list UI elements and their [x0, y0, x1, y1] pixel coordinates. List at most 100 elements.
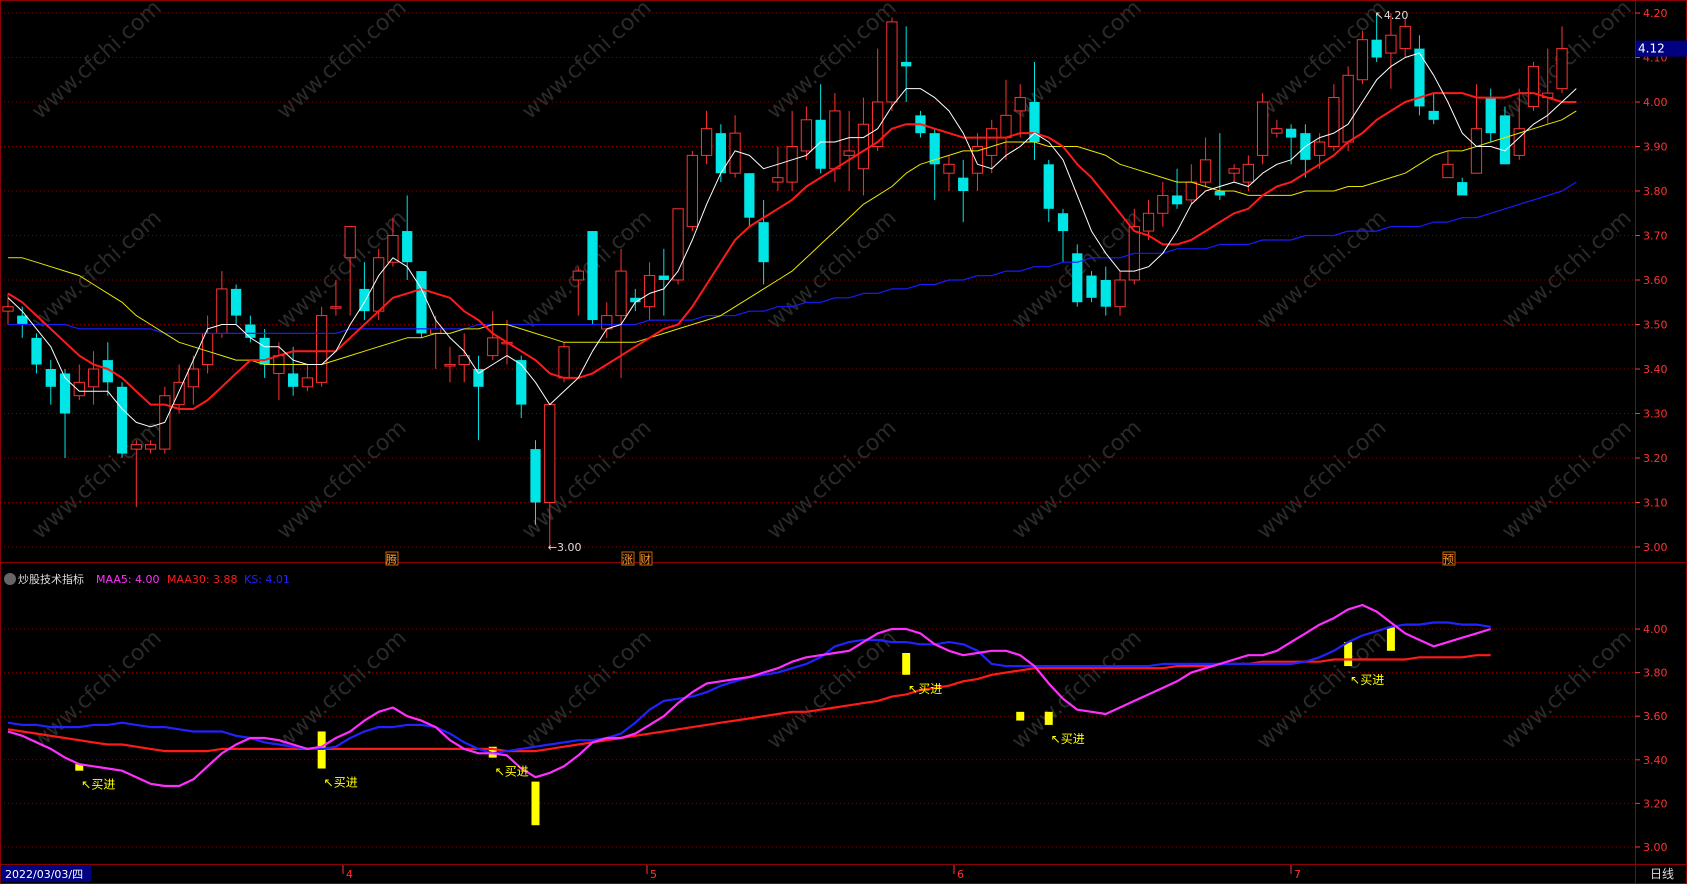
- month-label: 6: [957, 868, 964, 881]
- buy-signal-label: ↖买进: [908, 682, 942, 696]
- candle-body-up: [1556, 48, 1568, 90]
- watermark-text: www.cfchi.com: [1497, 626, 1636, 755]
- price-tick-label: 3.10: [1643, 497, 1668, 510]
- signal-bar: [1386, 626, 1395, 651]
- candle-body-up: [1271, 128, 1283, 134]
- series-maa5-line: [7, 603, 1492, 788]
- candle-body-up: [829, 110, 841, 170]
- candle-body-down: [1457, 182, 1468, 196]
- candle-body-up: [430, 328, 442, 334]
- candle-body-down: [516, 360, 527, 405]
- candle-body-down: [1214, 191, 1225, 196]
- buy-signal-label: ↖买进: [1051, 732, 1085, 746]
- candle-body-up: [1399, 25, 1411, 50]
- current-price-label: 4.12: [1638, 42, 1665, 56]
- candle-body-up: [1385, 34, 1397, 54]
- candle-body-up: [87, 368, 100, 388]
- candle-body-down: [245, 324, 256, 338]
- candle-body-up: [686, 154, 698, 228]
- watermark-text: www.cfchi.com: [762, 626, 901, 755]
- watermark-text: www.cfchi.com: [1252, 0, 1391, 124]
- candle-body-up: [1256, 101, 1269, 156]
- candle-body-up: [173, 381, 185, 406]
- watermark-text: www.cfchi.com: [1252, 626, 1391, 755]
- candle-body-down: [45, 369, 56, 387]
- candle-body-up: [800, 119, 813, 152]
- chart-canvas[interactable]: www.cfchi.com www.cfchi.com www.cfchi.com w…: [0, 0, 1687, 884]
- candle-body-up: [1185, 181, 1197, 201]
- event-marker-label: 涨: [622, 553, 633, 566]
- indicator-tick-label: 3.40: [1643, 754, 1668, 767]
- current-date-label: 2022/03/03/四: [5, 868, 83, 881]
- candle-body-down: [31, 337, 42, 365]
- candle-body-up: [943, 163, 955, 174]
- candle-body-up: [1228, 168, 1240, 174]
- watermark-text: www.cfchi.com: [272, 0, 411, 124]
- candle-body-down: [1057, 213, 1069, 232]
- outer-frame: [0, 0, 1687, 884]
- candle-body-down: [416, 271, 427, 334]
- candle-body-up: [216, 288, 228, 334]
- date-axis: 2022/03/03/四 4 5 6 7 日线: [2, 865, 1674, 882]
- indicator-name: 炒股技术指标: [18, 572, 84, 586]
- candle-body-up: [700, 128, 713, 156]
- signal-bar: [1344, 642, 1353, 667]
- candle-body-up: [1442, 163, 1454, 179]
- price-tick-label: 3.80: [1643, 185, 1668, 198]
- candle-body-up: [886, 21, 898, 103]
- candle-body-up: [1114, 279, 1126, 308]
- price-tick-label: 3.20: [1643, 452, 1668, 465]
- candle-body-up: [130, 444, 142, 450]
- candle-body-up: [1142, 212, 1155, 232]
- month-label: 4: [346, 868, 353, 881]
- indicator-panel: 炒股技术指标 MAA5: 4.00 MAA30: 3.88 KS: 4.01 ↖买进 ↖买…: [4, 572, 1492, 826]
- candle-body-down: [1171, 195, 1183, 205]
- indicator-tick-label: 3.20: [1643, 797, 1668, 810]
- candle-body-down: [815, 119, 826, 169]
- watermark-text: www.cfchi.com: [1252, 206, 1391, 335]
- candle-body-up: [572, 270, 584, 281]
- buy-signal-label: ↖买进: [1350, 673, 1384, 687]
- indicator-tick-label: 4.00: [1643, 623, 1668, 636]
- candle-body-up: [444, 364, 456, 367]
- candle-body-down: [59, 373, 71, 414]
- candle-body-down: [17, 315, 28, 325]
- candle-body-up: [1242, 163, 1254, 183]
- candle-body-up: [1157, 194, 1169, 214]
- price-tick-label: 3.70: [1643, 230, 1668, 243]
- candle-body-up: [144, 444, 157, 450]
- watermark-text: www.cfchi.com: [1252, 416, 1391, 545]
- candle-body-up: [1314, 141, 1326, 156]
- candle-body-up: [1199, 159, 1212, 183]
- candle-body-up: [301, 377, 314, 388]
- candle-body-up: [857, 123, 870, 170]
- watermark-text: www.cfchi.com: [762, 206, 901, 335]
- price-tick-label: 4.00: [1643, 96, 1668, 109]
- watermark-text: www.cfchi.com: [272, 206, 411, 335]
- event-marker-label: 预: [1443, 553, 1454, 566]
- candle-body-down: [1086, 275, 1097, 298]
- candle-body-down: [658, 275, 669, 280]
- candle-body-down: [587, 231, 598, 321]
- candle-body-up: [330, 306, 342, 309]
- ks-value-label: KS: 4.01: [244, 573, 290, 586]
- candle-body-up: [1014, 97, 1026, 112]
- candle-body-up: [187, 368, 199, 388]
- collapse-icon: [4, 573, 16, 585]
- candle-body-up: [2, 306, 14, 312]
- watermark-text: www.cfchi.com: [517, 206, 656, 335]
- signal-bar: [902, 652, 911, 675]
- price-tick-label: 3.60: [1643, 274, 1668, 287]
- candle-body-up: [672, 208, 684, 281]
- month-label: 5: [650, 868, 657, 881]
- price-tick-label: 4.20: [1643, 7, 1668, 20]
- candle-body-up: [487, 337, 499, 357]
- price-axis: 3.00 3.10 3.20 3.30 3.40 3.50 3.60 3.70 3.80 3.90…: [1635, 7, 1687, 854]
- candle-body-up: [344, 226, 356, 259]
- candle-body-up: [1356, 39, 1369, 81]
- candle-body-down: [958, 177, 969, 191]
- watermark-text: www.cfchi.com: [27, 206, 166, 335]
- price-tick-label: 3.00: [1643, 541, 1668, 554]
- candle-body-down: [402, 231, 413, 263]
- signal-bar: [1016, 711, 1025, 721]
